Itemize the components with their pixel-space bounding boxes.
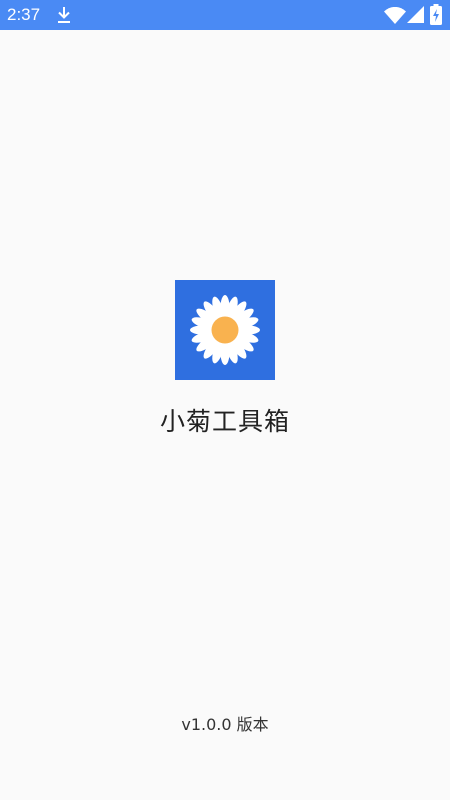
- wifi-icon: [384, 7, 406, 24]
- flower-center: [211, 316, 239, 344]
- version-label: v1.0.0 版本: [181, 715, 269, 734]
- cell-signal-icon: [407, 6, 424, 23]
- daisy-icon[interactable]: [175, 280, 275, 380]
- app-name: 小菊工具箱: [159, 407, 290, 436]
- status-bar: 2:37: [0, 0, 450, 30]
- battery-charging-icon: [430, 4, 442, 25]
- status-time: 2:37: [7, 5, 41, 24]
- download-icon: [58, 7, 70, 23]
